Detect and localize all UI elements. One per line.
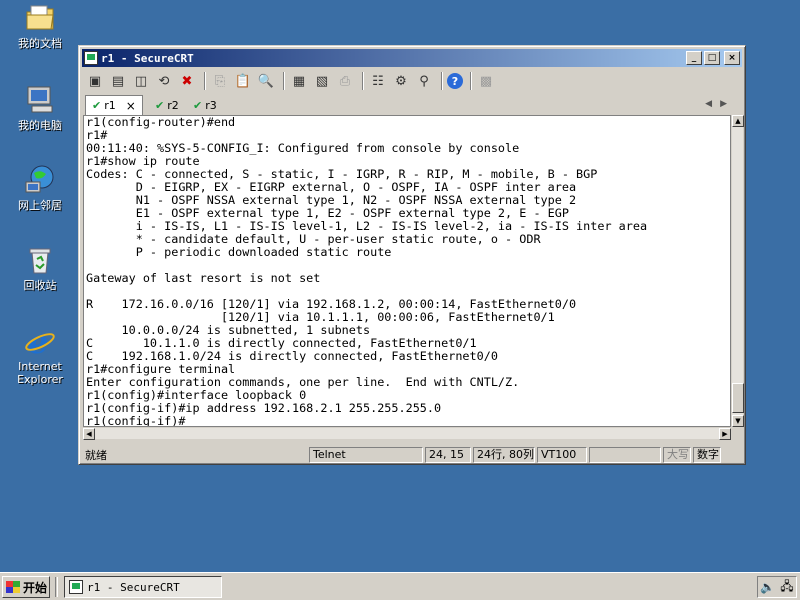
- scroll-right-icon[interactable]: ▶: [719, 428, 731, 440]
- tab-r2[interactable]: ✔ r2: [149, 95, 189, 115]
- terminal-line: r1(config-if)#: [86, 414, 186, 427]
- my-documents-icon: [24, 2, 56, 34]
- securecrt-app-icon: [84, 51, 98, 65]
- taskbar-separator: [55, 577, 58, 597]
- desktop-icon-label: 网上邻居: [18, 199, 62, 212]
- tab-r1[interactable]: ✔ r1 ×: [85, 95, 143, 115]
- status-num: 数字: [693, 447, 721, 463]
- volume-icon[interactable]: 🔈: [760, 580, 775, 594]
- network-status-icon[interactable]: 🖧: [780, 577, 793, 598]
- securecrt-window: r1 - SecureCRT _ □ × ▣ ▤ ◫ ⟲ ✖ ⎘ 📋 🔍 ▦ ▧…: [78, 45, 746, 465]
- scroll-thumb[interactable]: [732, 383, 744, 413]
- terminal-line: Gateway of last resort is not set: [86, 271, 321, 285]
- status-emulation: VT100: [537, 447, 587, 463]
- status-size: 24行, 80列: [473, 447, 535, 463]
- status-bar: 就绪 Telnet 24, 15 24行, 80列 VT100 大写 数字: [79, 446, 745, 464]
- toolbar-separator: [204, 72, 206, 90]
- scroll-down-icon[interactable]: ▼: [732, 415, 744, 427]
- connected-check-icon: ✔: [193, 98, 203, 112]
- tab-label: r2: [167, 98, 179, 112]
- toolbar: ▣ ▤ ◫ ⟲ ✖ ⎘ 📋 🔍 ▦ ▧ ⎙ ☷ ⚙ ⚲ ? ▩: [85, 69, 739, 93]
- tab-close-icon[interactable]: ×: [126, 99, 136, 113]
- desktop-icon-label: Internet Explorer: [17, 360, 63, 386]
- session-options-icon[interactable]: ☷: [368, 71, 388, 91]
- status-caps: 大写: [663, 447, 691, 463]
- session-tabs: ✔ r1 × ✔ r2 ✔ r3 ◀▶: [83, 95, 741, 115]
- toolbar-separator: [283, 72, 285, 90]
- sftp-icon[interactable]: ▩: [476, 71, 496, 91]
- print-icon[interactable]: ⎙: [335, 71, 355, 91]
- toolbar-separator: [362, 72, 364, 90]
- desktop-icon-internet-explorer[interactable]: e Internet Explorer: [6, 323, 74, 386]
- print-screen-icon[interactable]: ▦: [289, 71, 309, 91]
- connected-check-icon: ✔: [92, 99, 102, 112]
- tab-navigation: ◀▶: [705, 99, 735, 109]
- horizontal-scrollbar[interactable]: ◀ ▶: [83, 427, 731, 440]
- print-selection-icon[interactable]: ▧: [312, 71, 332, 91]
- status-ready: 就绪: [85, 449, 107, 462]
- desktop-icon-label: 我的电脑: [18, 119, 62, 132]
- vertical-scrollbar[interactable]: ▲ ▼: [731, 115, 744, 427]
- window-titlebar[interactable]: r1 - SecureCRT _ □ ×: [82, 49, 742, 67]
- disconnect-icon[interactable]: ✖: [177, 71, 197, 91]
- tab-r3[interactable]: ✔ r3: [187, 95, 227, 115]
- tab-label: r1: [104, 99, 116, 112]
- windows-flag-icon: [6, 581, 20, 593]
- taskbar-item-label: r1 - SecureCRT: [87, 580, 180, 594]
- desktop-icon-my-computer[interactable]: 我的电脑: [6, 84, 74, 132]
- terminal-line: r1(config-router)#end: [86, 115, 236, 129]
- scroll-left-icon[interactable]: ◀: [83, 428, 95, 440]
- recycle-bin-icon: [24, 244, 56, 276]
- desktop-icon-label: 我的文档: [18, 37, 62, 50]
- status-cursor: 24, 15: [425, 447, 471, 463]
- system-tray: 🔈 🖧: [757, 576, 797, 598]
- copy-icon[interactable]: ⎘: [210, 71, 230, 91]
- my-computer-icon: [24, 84, 56, 116]
- close-button[interactable]: ×: [724, 51, 740, 65]
- keymap-icon[interactable]: ⚲: [414, 71, 434, 91]
- toolbar-separator: [441, 72, 443, 90]
- desktop-icon-label: 回收站: [23, 279, 57, 292]
- connect-in-tab-icon[interactable]: ◫: [131, 71, 151, 91]
- terminal-line: P - periodic downloaded static route: [86, 245, 392, 259]
- status-protocol: Telnet: [309, 447, 423, 463]
- find-icon[interactable]: 🔍: [256, 71, 276, 91]
- start-label: 开始: [23, 580, 48, 595]
- maximize-button[interactable]: □: [704, 51, 720, 65]
- desktop-icon-recycle-bin[interactable]: 回收站: [6, 244, 74, 292]
- start-button[interactable]: 开始: [2, 576, 50, 598]
- connect-icon[interactable]: ▣: [85, 71, 105, 91]
- network-places-icon: [24, 164, 56, 196]
- status-blank: [589, 447, 661, 463]
- toolbar-separator: [470, 72, 472, 90]
- desktop-icon-my-documents[interactable]: 我的文档: [6, 2, 74, 50]
- paste-icon[interactable]: 📋: [233, 71, 253, 91]
- minimize-button[interactable]: _: [686, 51, 702, 65]
- taskbar: 开始 r1 - SecureCRT 🔈 🖧: [0, 572, 800, 600]
- tab-next-icon[interactable]: ▶: [720, 99, 735, 109]
- global-options-icon[interactable]: ⚙: [391, 71, 411, 91]
- internet-explorer-icon: e: [24, 323, 56, 361]
- window-title: r1 - SecureCRT: [101, 51, 194, 65]
- connected-check-icon: ✔: [155, 98, 165, 112]
- tab-prev-icon[interactable]: ◀: [705, 99, 720, 109]
- tab-label: r3: [205, 98, 217, 112]
- terminal-output[interactable]: r1(config-router)#end r1# 00:11:40: %SYS-5…: [83, 115, 731, 427]
- scroll-up-icon[interactable]: ▲: [732, 115, 744, 127]
- help-icon[interactable]: ?: [447, 73, 463, 89]
- taskbar-item-securecrt[interactable]: r1 - SecureCRT: [64, 576, 222, 598]
- securecrt-app-icon: [69, 580, 83, 594]
- reconnect-icon[interactable]: ⟲: [154, 71, 174, 91]
- desktop-icon-network-places[interactable]: 网上邻居: [6, 164, 74, 212]
- quick-connect-icon[interactable]: ▤: [108, 71, 128, 91]
